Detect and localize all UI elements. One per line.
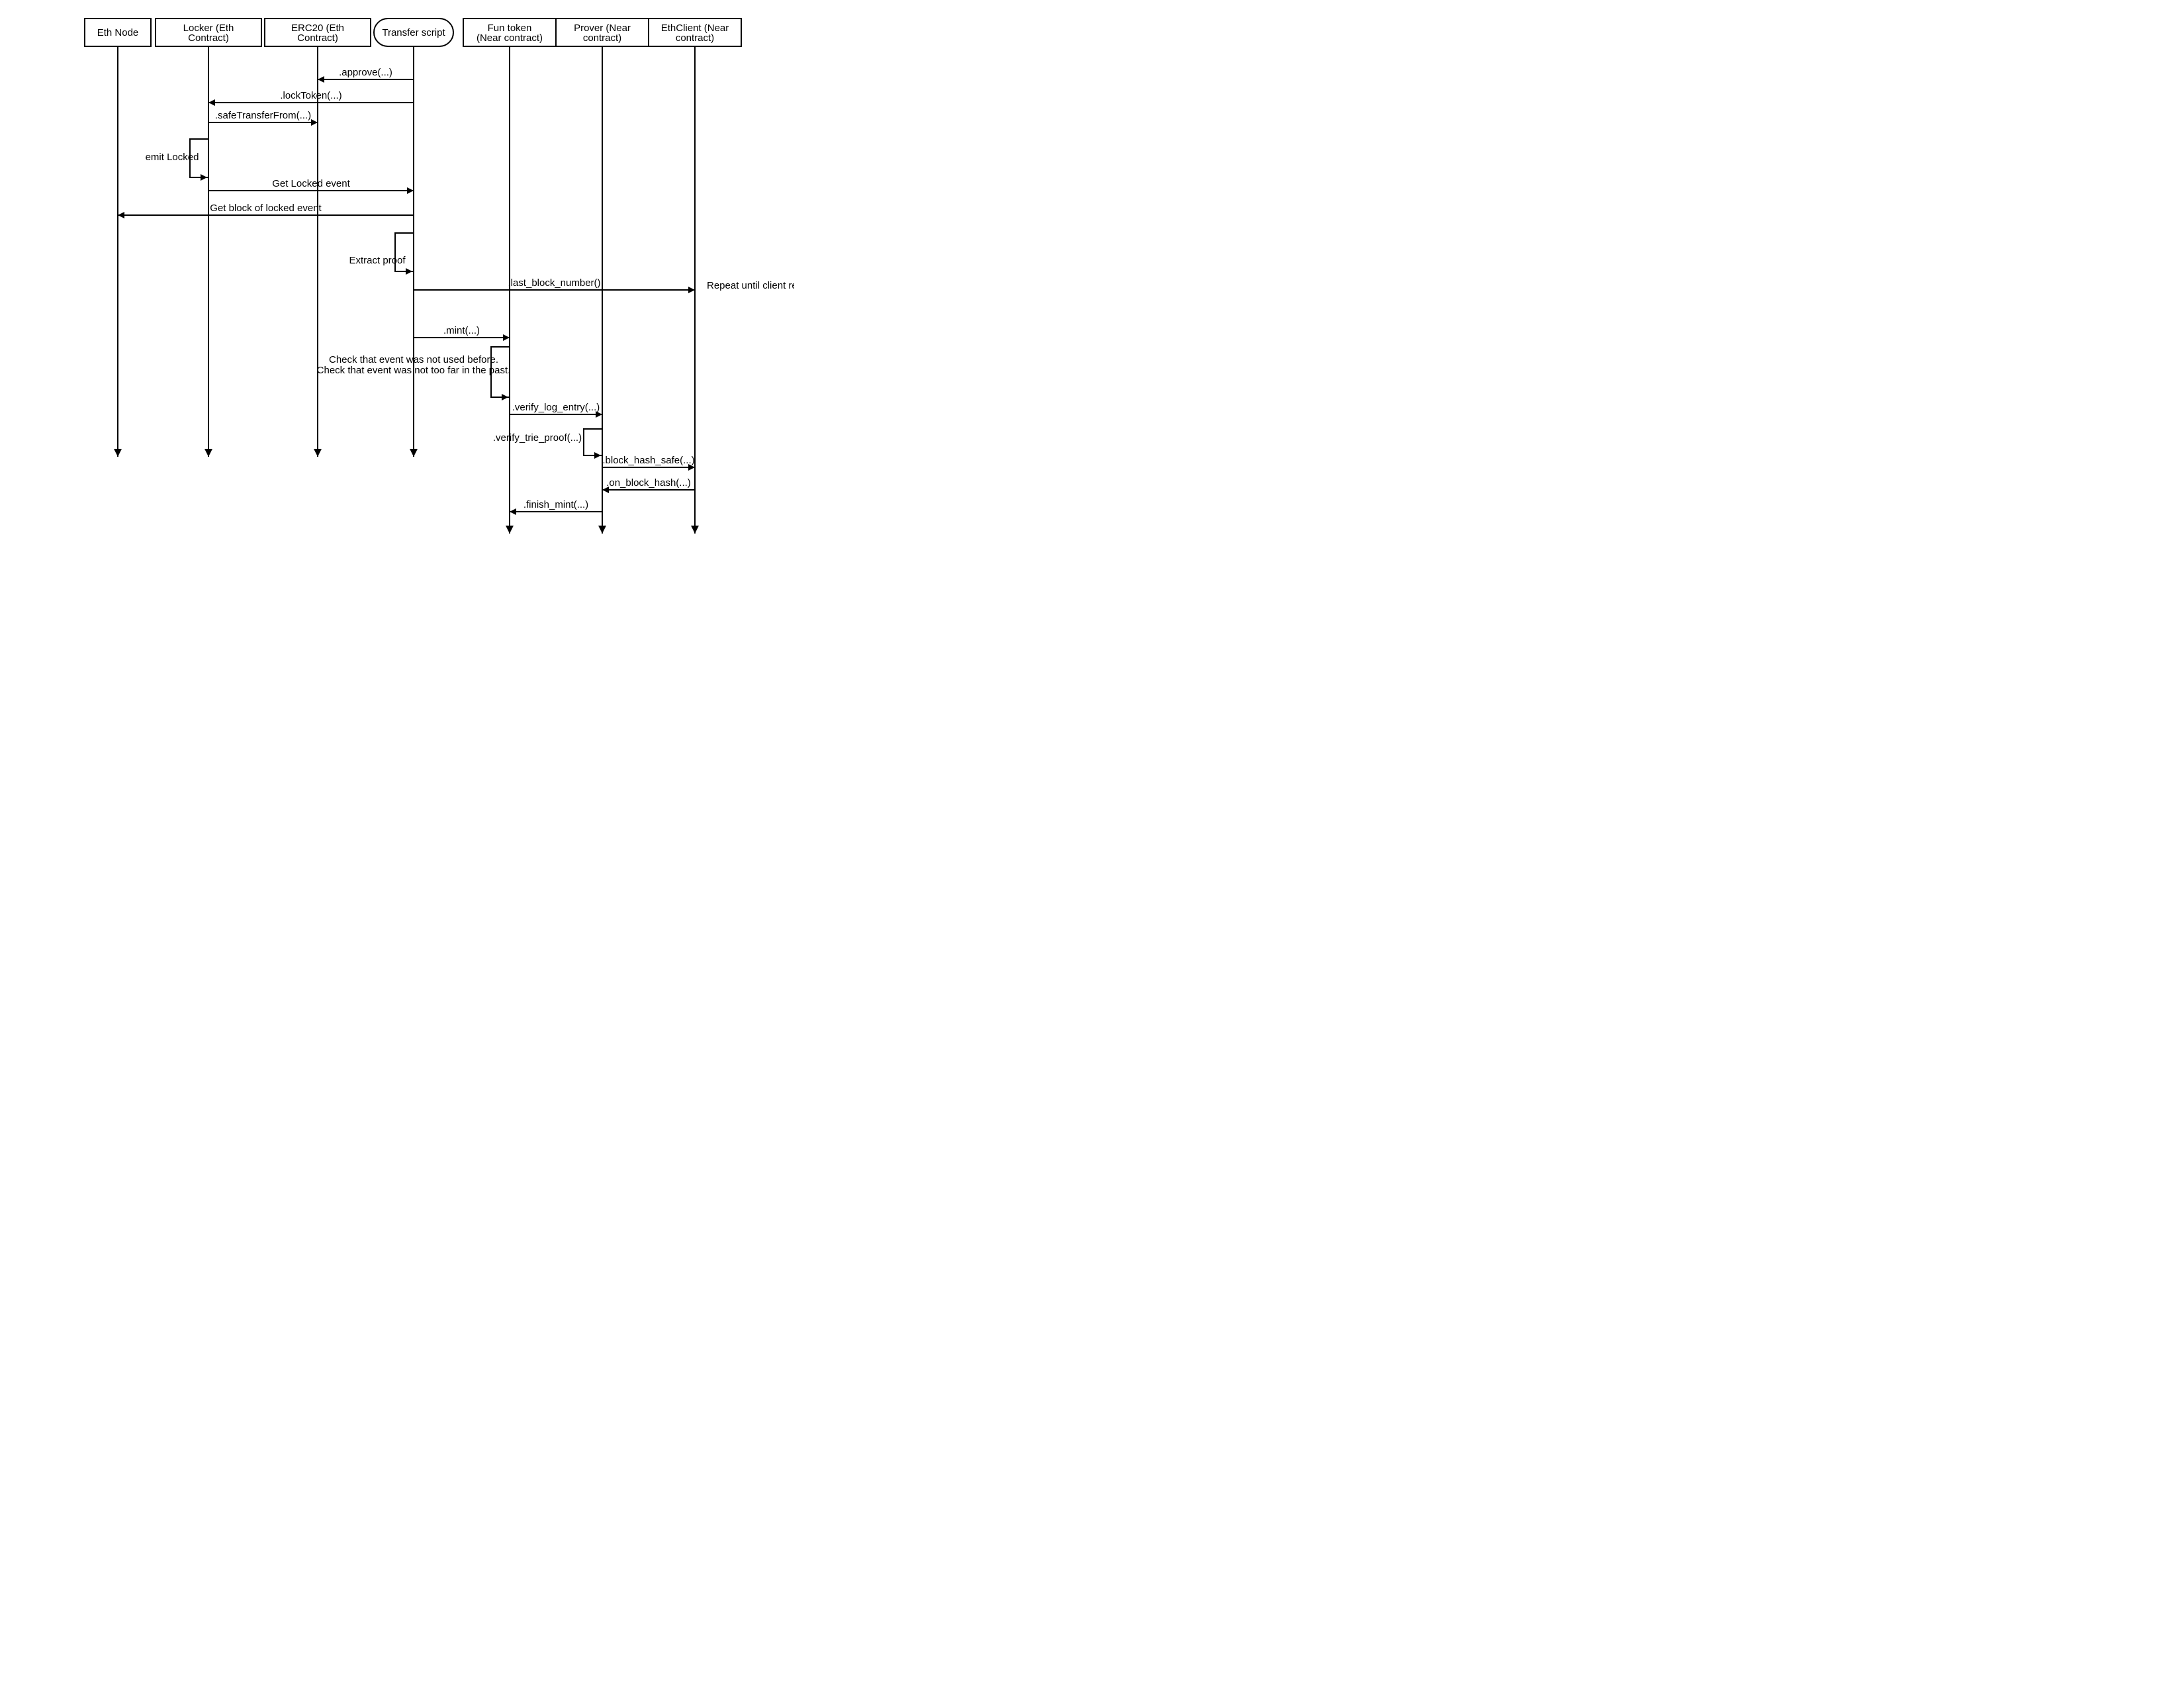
self-msg-11 [584,429,602,455]
actor-label-locker: Locker (EthContract) [183,23,234,44]
msg-label-9: Check that event was not used before.Che… [317,354,511,376]
msg-note-7: Repeat until client receives the block w… [707,280,794,291]
msg-label-14: .finish_mint(...) [523,499,588,510]
msg-label-6: Extract proof [349,255,406,266]
msg-label-5: Get block of locked event [210,203,322,214]
msg-label-7: .last_block_number() [508,277,600,289]
msg-label-0: .approve(...) [339,67,392,78]
msg-label-8: .mint(...) [443,325,480,336]
actor-label-script: Transfer script [382,27,445,38]
msg-label-1: .lockToken(...) [280,90,341,101]
msg-label-11: .verify_trie_proof(...) [493,432,582,444]
msg-label-2: .safeTransferFrom(...) [215,110,311,121]
actor-label-eth: Eth Node [97,27,139,38]
msg-label-10: .verify_log_entry(...) [512,402,600,413]
msg-label-13: .on_block_hash(...) [606,477,691,489]
msg-label-3: emit Locked [146,152,199,163]
msg-label-4: Get Locked event [272,178,350,189]
sequence-diagram: Eth Node Locker (EthContract) ERC20 (EthCo… [0,0,794,596]
actor-label-erc20: ERC20 (EthContract) [291,23,344,44]
msg-label-12: .block_hash_safe(...) [602,455,694,466]
